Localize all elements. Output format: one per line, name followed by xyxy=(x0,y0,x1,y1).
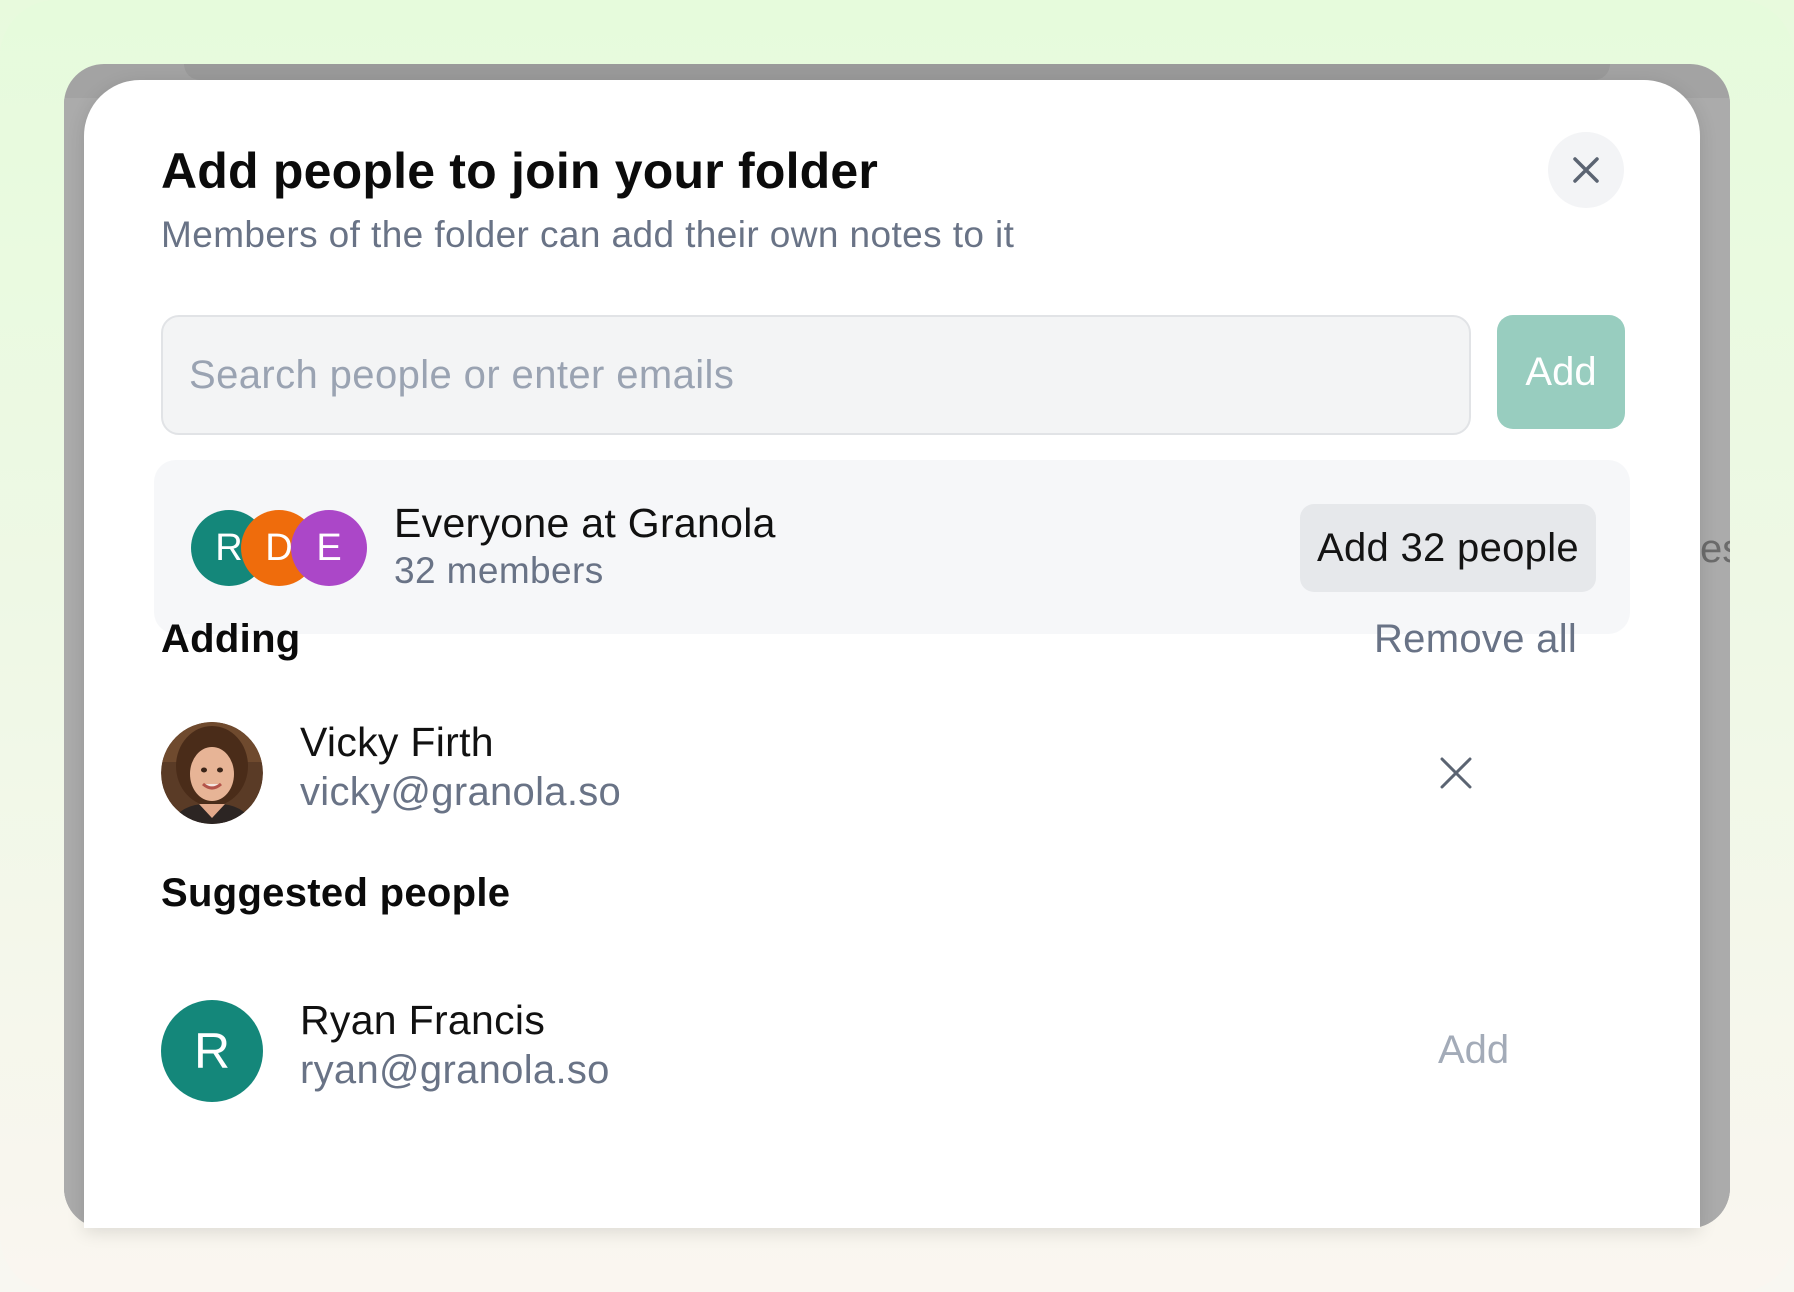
add-button[interactable]: Add xyxy=(1497,315,1625,429)
avatar: E xyxy=(291,510,367,586)
add-everyone-button[interactable]: Add 32 people xyxy=(1300,504,1596,592)
adding-person-row: Vicky Firth vicky@granola.so xyxy=(161,719,1631,826)
page-background: es Add people to join your folder Member… xyxy=(0,0,1794,1292)
person-name: Vicky Firth xyxy=(300,719,494,765)
suggested-person-row: R Ryan Francis ryan@granola.so Add xyxy=(161,997,1631,1104)
add-people-dialog: Add people to join your folder Members o… xyxy=(84,80,1700,1228)
everyone-member-count: 32 members xyxy=(394,550,604,591)
background-window-strip xyxy=(184,64,1610,80)
close-icon xyxy=(1573,157,1599,183)
dialog-title: Add people to join your folder xyxy=(161,143,879,199)
person-email: vicky@granola.so xyxy=(300,770,622,814)
everyone-at-org-card: R D E Everyone at Granola 32 members Add… xyxy=(154,460,1630,634)
remove-person-button[interactable] xyxy=(1431,748,1481,798)
everyone-name: Everyone at Granola xyxy=(394,500,776,546)
avatar: R xyxy=(161,1000,263,1102)
adding-heading: Adding xyxy=(161,617,301,661)
search-input[interactable] xyxy=(161,315,1471,435)
dialog-subtitle: Members of the folder can add their own … xyxy=(161,214,1015,255)
person-name: Ryan Francis xyxy=(300,997,546,1043)
close-button[interactable] xyxy=(1548,132,1624,208)
person-email: ryan@granola.so xyxy=(300,1048,610,1092)
remove-all-button[interactable]: Remove all xyxy=(1374,617,1577,662)
suggested-heading: Suggested people xyxy=(161,871,511,915)
close-icon xyxy=(1440,757,1472,789)
background-peek-text: es xyxy=(1700,527,1730,571)
avatar-stack: R D E xyxy=(191,510,371,586)
avatar xyxy=(161,722,263,824)
add-person-button[interactable]: Add xyxy=(1438,1028,1509,1073)
